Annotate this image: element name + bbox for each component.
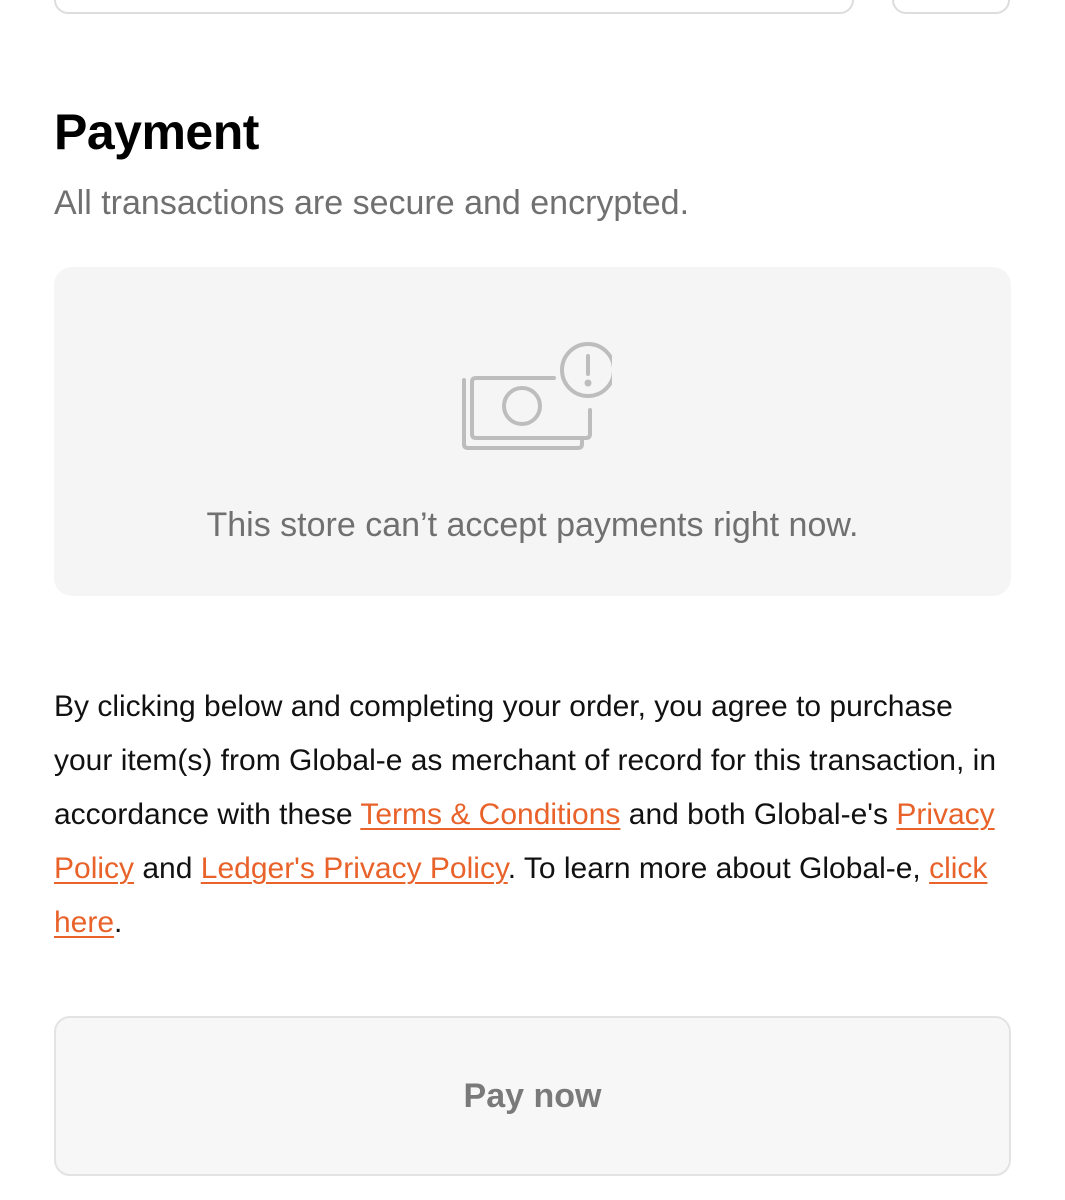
legal-text-part: . To learn more about Global-e, — [507, 852, 930, 885]
terms-conditions-link[interactable]: Terms & Conditions — [360, 798, 620, 831]
payment-title: Payment — [54, 104, 259, 160]
pay-now-button[interactable]: Pay now — [54, 1016, 1011, 1176]
previous-side-button[interactable] — [892, 0, 1010, 14]
legal-agreement-text: By clicking below and completing your or… — [54, 680, 1014, 950]
legal-text-part: and — [134, 852, 201, 885]
payment-unavailable-notice: This store can’t accept payments right n… — [54, 267, 1011, 596]
ledger-privacy-policy-link[interactable]: Ledger's Privacy Policy — [201, 852, 508, 885]
payment-subtitle: All transactions are secure and encrypte… — [54, 184, 690, 222]
payment-unavailable-message: This store can’t accept payments right n… — [206, 506, 859, 544]
legal-text-part: and both Global-e's — [620, 798, 897, 831]
legal-text-part: . — [114, 906, 123, 939]
cash-alert-icon — [462, 342, 612, 450]
previous-field[interactable] — [54, 0, 854, 14]
